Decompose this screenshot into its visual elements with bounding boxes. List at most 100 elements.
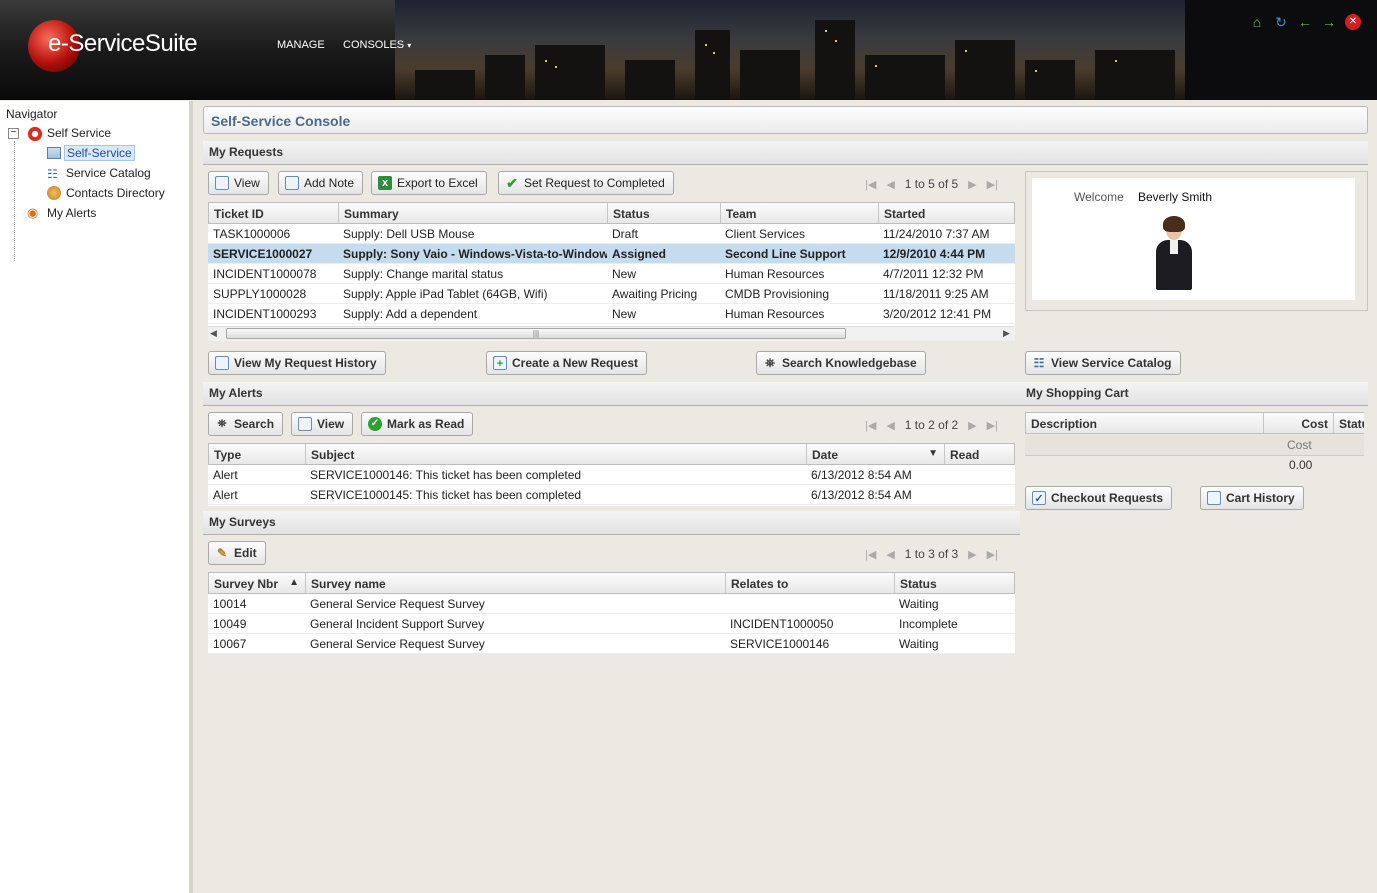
search-knowledgebase-button[interactable]: ⛯ Search Knowledgebase [756, 351, 926, 375]
table-row[interactable]: SUPPLY1000028 Supply: Apple iPad Tablet (… [208, 284, 1015, 304]
table-cell: Alert [213, 488, 238, 502]
table-row[interactable]: INCIDENT1000293 Supply: Add a dependent Ne… [208, 304, 1015, 324]
scroll-left-icon[interactable]: ◀ [210, 328, 217, 339]
table-row[interactable]: TASK1000006 Supply: Dell USB Mouse Draft Cl… [208, 224, 1015, 244]
table-cell: General Service Request Survey [310, 597, 485, 611]
collapse-icon[interactable]: − [8, 128, 19, 139]
add-note-label: Add Note [304, 176, 355, 190]
nav-self-service[interactable]: Self-Service [64, 145, 135, 161]
checkout-requests-button[interactable]: ✓ Checkout Requests [1025, 486, 1173, 510]
table-row[interactable]: INCIDENT1000078 Supply: Change marital st… [208, 264, 1015, 284]
edit-survey-button[interactable]: ✎ Edit [208, 541, 266, 565]
col-cart-status[interactable]: Statu [1334, 413, 1364, 433]
sort-asc-icon: ▲ [289, 577, 299, 588]
col-survey-status[interactable]: Status [895, 573, 1014, 593]
menu-manage[interactable]: MANAGE [277, 39, 325, 51]
create-request-button[interactable]: + Create a New Request [486, 351, 648, 375]
pencil-icon: ✎ [216, 546, 228, 560]
nav-self-service-root[interactable]: Self Service [47, 126, 111, 140]
mark-read-button[interactable]: ✓ Mark as Read [361, 412, 474, 436]
prev-page-icon[interactable]: ◀ [886, 178, 894, 191]
col-subject[interactable]: Subject [306, 444, 807, 464]
last-page-icon[interactable]: ▶| [987, 548, 998, 561]
table-cell: TASK1000006 [213, 227, 291, 241]
cart-cost-label: Cost [1287, 438, 1312, 452]
prev-page-icon[interactable]: ◀ [886, 548, 894, 561]
grid-icon [47, 147, 61, 159]
add-note-button[interactable]: Add Note [278, 171, 364, 195]
export-excel-button[interactable]: x Export to Excel [371, 171, 487, 195]
menu-manage-label: MANAGE [277, 39, 325, 51]
view-request-history-label: View My Request History [234, 356, 377, 370]
table-row[interactable]: Alert SERVICE1000145: This ticket has bee… [208, 485, 1015, 505]
table-row[interactable]: Alert SERVICE1000146: This ticket has bee… [208, 465, 1015, 485]
search-knowledgebase-label: Search Knowledgebase [782, 356, 917, 370]
col-status[interactable]: Status [608, 203, 721, 223]
scroll-right-icon[interactable]: ▶ [1003, 328, 1010, 339]
close-icon[interactable]: ✕ [1345, 14, 1361, 30]
col-survey-name[interactable]: Survey name [306, 573, 726, 593]
checklist-icon: ✓ [1032, 491, 1046, 505]
last-page-icon[interactable]: ▶| [987, 419, 998, 432]
surveys-pager-text: 1 to 3 of 3 [904, 547, 959, 561]
col-survey-nbr[interactable]: Survey Nbr ▲ [209, 573, 306, 593]
view-alert-button[interactable]: View [291, 412, 354, 436]
shopping-cart-grid: Description Cost Statu Cost 0.00 [1025, 412, 1364, 476]
table-row[interactable]: SERVICE1000027 Supply: Sony Vaio - Window… [208, 244, 1015, 264]
set-completed-button[interactable]: ✔ Set Request to Completed [498, 171, 674, 195]
horizontal-scrollbar[interactable]: ◀ ||| ▶ [208, 326, 1015, 341]
table-cell: Supply: Dell USB Mouse [343, 227, 475, 241]
col-description[interactable]: Description [1026, 413, 1264, 433]
alert-signal-icon: ◉ [27, 205, 39, 220]
scroll-thumb[interactable]: ||| [226, 328, 846, 339]
table-row[interactable]: 10014 General Service Request Survey Waiti… [208, 594, 1015, 614]
view-request-button[interactable]: View [208, 171, 269, 195]
col-date[interactable]: Date ▼ [807, 444, 945, 464]
table-row[interactable]: 10049 General Incident Support Survey INCI… [208, 614, 1015, 634]
check-circle-icon: ✓ [368, 417, 382, 431]
col-team[interactable]: Team [721, 203, 879, 223]
table-row[interactable]: 10067 General Service Request Survey SERVI… [208, 634, 1015, 654]
table-cell: Supply: Apple iPad Tablet (64GB, Wifi) [343, 287, 548, 301]
menu-consoles[interactable]: CONSOLES ▾ [343, 39, 411, 51]
forward-icon[interactable]: → [1321, 14, 1337, 30]
col-type[interactable]: Type [209, 444, 306, 464]
cart-history-button[interactable]: Cart History [1200, 486, 1304, 510]
app-header: e-ServiceSuite MANAGE CONSOLES ▾ ⌂ ↻ ← →… [0, 0, 1377, 100]
table-cell [944, 485, 1013, 504]
table-cell: 11/24/2010 7:37 AM [883, 227, 990, 241]
col-read[interactable]: Read [945, 444, 1014, 464]
refresh-icon[interactable]: ↻ [1273, 14, 1289, 30]
nav-my-alerts[interactable]: My Alerts [47, 206, 96, 220]
table-cell: Supply: Change marital status [343, 267, 504, 281]
col-cost[interactable]: Cost [1264, 413, 1334, 433]
next-page-icon[interactable]: ▶ [968, 419, 976, 432]
avatar [1150, 216, 1198, 292]
view-request-history-button[interactable]: View My Request History [208, 351, 386, 375]
view-service-catalog-button[interactable]: ☷ View Service Catalog [1025, 351, 1181, 375]
nav-service-catalog[interactable]: Service Catalog [66, 166, 151, 180]
first-page-icon[interactable]: |◀ [865, 178, 876, 191]
chevron-down-icon: ▾ [407, 41, 412, 50]
col-summary[interactable]: Summary [339, 203, 608, 223]
cart-grid-header: Description Cost Statu [1025, 412, 1364, 434]
first-page-icon[interactable]: |◀ [865, 548, 876, 561]
home-icon[interactable]: ⌂ [1249, 14, 1265, 30]
back-icon[interactable]: ← [1297, 14, 1313, 30]
welcome-panel: Welcome Beverly Smith [1025, 171, 1368, 311]
nav-contacts-directory[interactable]: Contacts Directory [66, 186, 165, 200]
last-page-icon[interactable]: ▶| [987, 178, 998, 191]
next-page-icon[interactable]: ▶ [968, 178, 976, 191]
my-alerts-header: My Alerts [203, 382, 1020, 406]
search-alerts-button[interactable]: ⛯ Search [208, 412, 284, 436]
shopping-cart-header: My Shopping Cart [1020, 382, 1368, 406]
next-page-icon[interactable]: ▶ [968, 548, 976, 561]
table-cell: 3/20/2012 12:41 PM [883, 307, 992, 321]
table-cell: Incomplete [899, 617, 958, 631]
col-relates-to[interactable]: Relates to [726, 573, 895, 593]
col-ticket-id[interactable]: Ticket ID [209, 203, 339, 223]
first-page-icon[interactable]: |◀ [865, 419, 876, 432]
col-started[interactable]: Started [879, 203, 1014, 223]
prev-page-icon[interactable]: ◀ [886, 419, 894, 432]
table-cell: 10014 [213, 597, 247, 611]
